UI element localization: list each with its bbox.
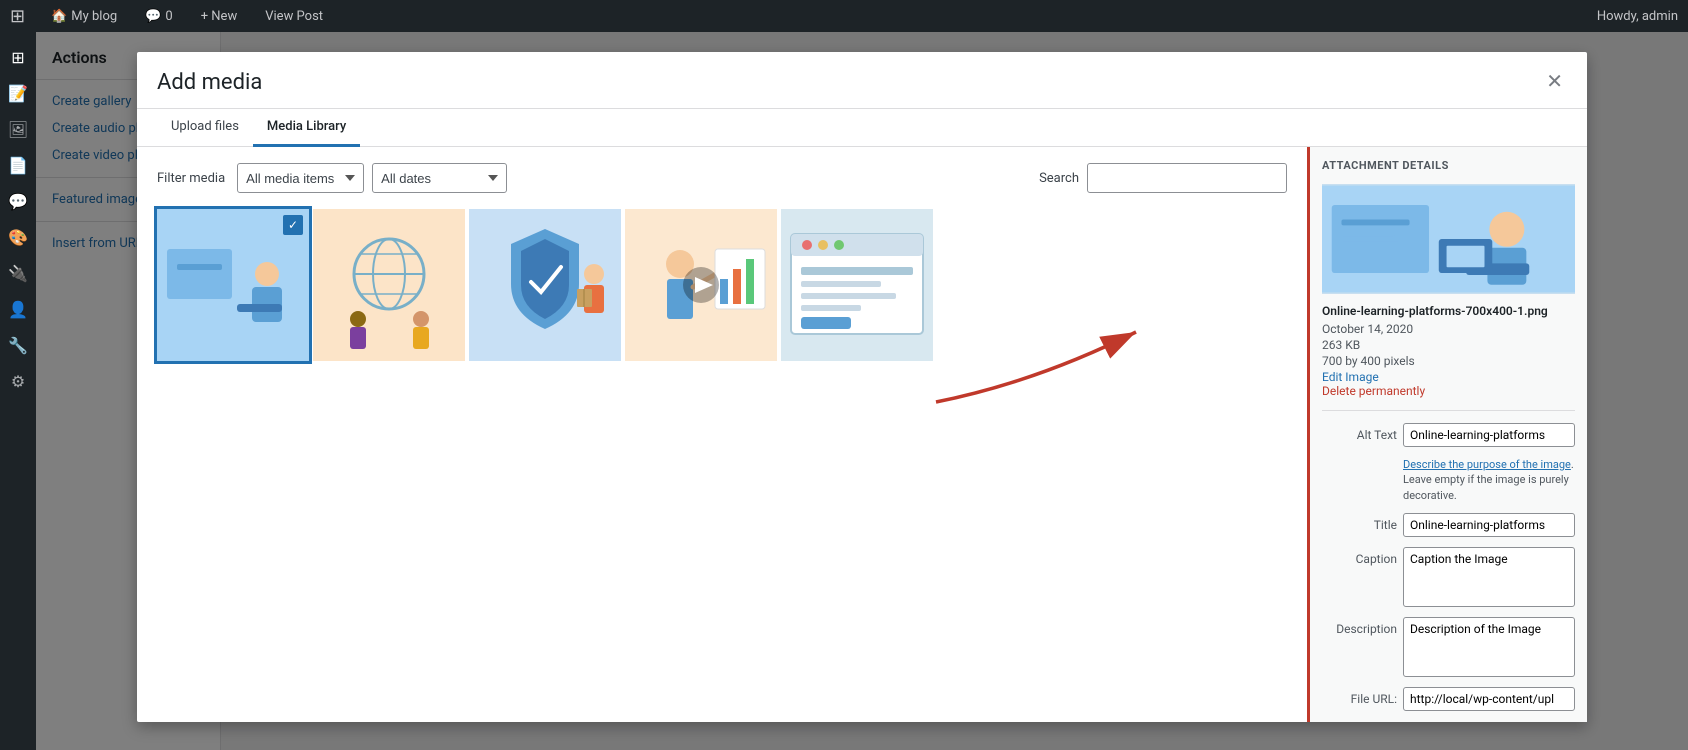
caption-textarea[interactable]: Caption the Image	[1403, 547, 1575, 607]
sidebar-icon-users[interactable]: 👤	[0, 292, 36, 326]
sidebar-icon-posts[interactable]: 📝	[0, 76, 36, 110]
description-label: Description	[1322, 617, 1397, 636]
comments-icon: 💬	[145, 9, 161, 24]
admin-bar-new[interactable]: + New	[195, 0, 244, 32]
media-item-2[interactable]	[313, 209, 465, 361]
media-item-selected-check: ✓	[283, 215, 303, 235]
attachment-filename: Online-learning-platforms-700x400-1.png	[1322, 304, 1575, 318]
attachment-filesize: 263 KB	[1322, 338, 1575, 352]
modal-overlay: Add media ✕ Upload files Media Library F…	[36, 32, 1688, 750]
media-item-3[interactable]	[469, 209, 621, 361]
admin-bar-user: Howdy, admin	[1597, 9, 1678, 24]
filter-row: Filter media All media itemsImagesAudioV…	[157, 163, 1287, 193]
modal-close-button[interactable]: ✕	[1542, 68, 1567, 96]
attachment-date: October 14, 2020	[1322, 322, 1575, 336]
alt-text-hint-link[interactable]: Describe the purpose of the image	[1403, 458, 1571, 471]
alt-text-input[interactable]	[1403, 423, 1575, 447]
file-url-field-row: File URL:	[1322, 687, 1575, 711]
title-field-row: Title	[1322, 513, 1575, 537]
alt-text-hint: Describe the purpose of the image. Leave…	[1403, 457, 1575, 503]
attachment-panel-title: ATTACHMENT DETAILS	[1322, 159, 1575, 172]
media-item-1[interactable]: ✓	[157, 209, 309, 361]
modal-tabs: Upload files Media Library	[137, 109, 1587, 147]
sidebar-icon-media[interactable]: 🖼	[0, 112, 36, 146]
home-icon: 🏠	[51, 9, 67, 24]
date-filter[interactable]: All datesOctober 2020September 2020	[372, 163, 507, 193]
modal-title: Add media	[157, 70, 262, 95]
media-item-5[interactable]	[781, 209, 933, 361]
media-grid: ✓	[157, 209, 1287, 361]
tab-upload-files[interactable]: Upload files	[157, 109, 253, 147]
description-textarea[interactable]: Description of the Image	[1403, 617, 1575, 677]
media-type-filter[interactable]: All media itemsImagesAudioVideo	[237, 163, 364, 193]
search-input[interactable]	[1087, 163, 1287, 193]
attachment-thumbnail	[1322, 184, 1575, 294]
alt-text-label: Alt Text	[1322, 423, 1397, 442]
admin-bar-comments[interactable]: 💬 0	[139, 0, 179, 32]
media-item-4[interactable]	[625, 209, 777, 361]
tab-media-library[interactable]: Media Library	[253, 109, 360, 147]
sidebar-icon-plugins[interactable]: 🔌	[0, 256, 36, 290]
caption-label: Caption	[1322, 547, 1397, 566]
description-field-row: Description Description of the Image	[1322, 617, 1575, 677]
file-url-input[interactable]	[1403, 687, 1575, 711]
attachment-separator	[1322, 410, 1575, 411]
edit-image-link[interactable]: Edit Image	[1322, 370, 1575, 384]
modal-header: Add media ✕	[137, 52, 1587, 109]
sidebar-icon-appearance[interactable]: 🎨	[0, 220, 36, 254]
filter-media-label: Filter media	[157, 171, 225, 186]
admin-bar-my-blog[interactable]: 🏠 My blog	[45, 0, 123, 32]
title-label: Title	[1322, 513, 1397, 532]
delete-permanently-link[interactable]: Delete permanently	[1322, 384, 1575, 398]
sidebar-icon-dashboard[interactable]: ⊞	[0, 40, 36, 74]
title-input[interactable]	[1403, 513, 1575, 537]
add-media-modal: Add media ✕ Upload files Media Library F…	[137, 52, 1587, 722]
sidebar-icon-tools[interactable]: 🔧	[0, 328, 36, 362]
media-area: Filter media All media itemsImagesAudioV…	[137, 147, 1307, 722]
file-url-label: File URL:	[1322, 687, 1397, 706]
sidebar-icon-comments[interactable]: 💬	[0, 184, 36, 218]
wp-logo-icon[interactable]: ⊞	[10, 6, 25, 27]
search-label: Search	[1039, 171, 1079, 186]
alt-text-field-row: Alt Text	[1322, 423, 1575, 447]
alt-text-hint-row: Describe the purpose of the image. Leave…	[1322, 457, 1575, 503]
modal-body: Filter media All media itemsImagesAudioV…	[137, 147, 1587, 722]
admin-bar: ⊞ 🏠 My blog 💬 0 + New View Post Howdy, a…	[0, 0, 1688, 32]
caption-field-row: Caption Caption the Image	[1322, 547, 1575, 607]
sidebar-icon-pages[interactable]: 📄	[0, 148, 36, 182]
sidebar-icon-settings[interactable]: ⚙	[0, 364, 36, 398]
attachment-dimensions: 700 by 400 pixels	[1322, 354, 1575, 368]
sidebar-icon-list: ⊞ 📝 🖼 📄 💬 🎨 🔌 👤 🔧 ⚙	[0, 32, 36, 750]
attachment-details-panel: ATTACHMENT DETAILS Online-learning-platf…	[1307, 147, 1587, 722]
admin-bar-view-post[interactable]: View Post	[259, 0, 329, 32]
